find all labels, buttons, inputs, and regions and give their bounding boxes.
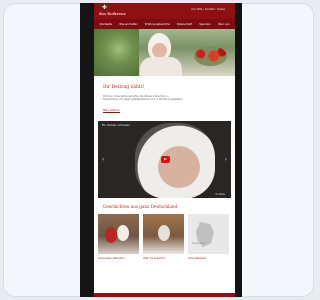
mobile-website-preview: ✚ das Rotkreuz Ihre Hilfe • Kontakt • Pr… bbox=[94, 3, 235, 297]
video-preview-image bbox=[135, 123, 215, 198]
site-logo-text: das Rotkreuz bbox=[99, 11, 126, 16]
nav-item-stories[interactable]: Erfahrungsberichte bbox=[145, 23, 170, 26]
hero-image bbox=[94, 29, 235, 76]
story-card-image-3[interactable]: Deutschland bbox=[188, 214, 229, 254]
hero-person-body bbox=[140, 57, 182, 76]
story-person-2 bbox=[117, 225, 129, 241]
footer-strip bbox=[94, 293, 235, 297]
hero-plant-background bbox=[94, 29, 139, 76]
story-caption-2[interactable]: Hilfe, die ankommt bbox=[143, 257, 182, 260]
section-title-primary: Ihr Beitrag zählt! bbox=[103, 85, 145, 90]
right-dark-frame bbox=[235, 3, 242, 297]
left-dark-frame bbox=[80, 3, 94, 297]
story-caption-1[interactable]: Gemeinsam statt allein bbox=[98, 257, 137, 260]
site-header: ✚ das Rotkreuz Ihre Hilfe • Kontakt • Pr… bbox=[94, 3, 235, 19]
nav-item-home[interactable]: Startseite bbox=[100, 23, 113, 26]
nav-item-sponsorship[interactable]: Patenschaft bbox=[177, 23, 192, 26]
nav-item-about[interactable]: Über uns bbox=[218, 23, 230, 26]
video-player[interactable]: Ein Lächeln schenken ‹ › YouTube bbox=[98, 121, 231, 198]
section-paragraph: Mit Ihrer Unterstützung helfen Sie älter… bbox=[103, 95, 183, 102]
chevron-left-icon[interactable]: ‹ bbox=[102, 157, 104, 163]
hero-flowers bbox=[194, 46, 227, 66]
story-caption-3[interactable]: Unser Netzwerk bbox=[188, 257, 227, 260]
header-links[interactable]: Ihre Hilfe • Kontakt • Presse bbox=[191, 8, 225, 11]
story-person-1 bbox=[105, 227, 117, 243]
video-brand-label: YouTube bbox=[215, 193, 225, 196]
section-title-secondary: Geschichten aus ganz Deutschland bbox=[103, 204, 178, 209]
chevron-right-icon[interactable]: › bbox=[225, 157, 227, 163]
read-more-link[interactable]: Mehr erfahren bbox=[103, 109, 120, 112]
story-person-3 bbox=[158, 225, 170, 241]
play-icon[interactable] bbox=[161, 156, 170, 163]
nav-item-help[interactable]: Wie wir helfen bbox=[119, 23, 138, 26]
main-navigation: Startseite Wie wir helfen Erfahrungsberi… bbox=[94, 19, 235, 29]
video-title: Ein Lächeln schenken bbox=[102, 124, 131, 127]
nav-item-donate[interactable]: Spenden bbox=[199, 23, 210, 26]
story-card-image-1[interactable] bbox=[98, 214, 139, 254]
map-label: Deutschland bbox=[192, 242, 206, 245]
story-card-image-2[interactable] bbox=[143, 214, 184, 254]
